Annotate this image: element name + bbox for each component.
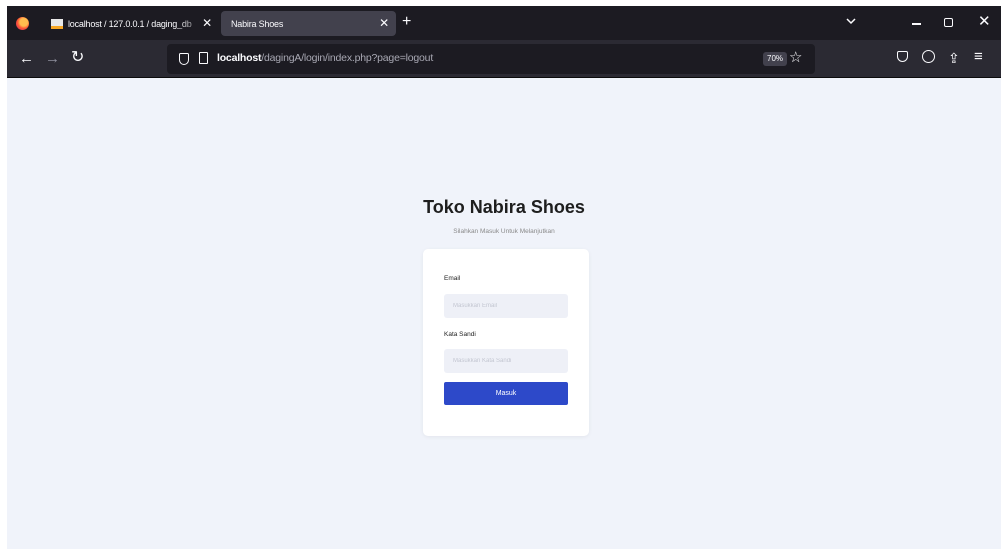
tab-title: Nabira Shoes (231, 18, 284, 29)
maximize-icon[interactable] (944, 18, 953, 27)
login-card: Email Kata Sandi Masuk (423, 249, 589, 436)
page-title: Toko Nabira Shoes (423, 197, 585, 217)
close-tab-icon[interactable]: ✕ (202, 16, 212, 30)
new-tab-button[interactable]: + (402, 14, 411, 30)
url-host: localhost (217, 52, 262, 64)
email-field[interactable] (444, 294, 568, 318)
close-window-icon[interactable]: ✕ (978, 14, 991, 30)
url-path: /dagingA/login/index.php?page=logout (261, 52, 434, 64)
page-icon[interactable] (199, 52, 208, 64)
firefox-logo-icon[interactable] (16, 17, 29, 30)
tab-title: localhost / 127.0.0.1 / daging_db (68, 18, 192, 29)
page-subtitle: Silahkan Masuk Untuk Melanjutkan (453, 228, 555, 235)
browser-window: localhost / 127.0.0.1 / daging_db ✕ Nabi… (7, 6, 1001, 549)
password-label: Kata Sandi (444, 331, 476, 338)
reload-icon[interactable]: ↻ (71, 50, 84, 66)
zoom-level-badge[interactable]: 70% (763, 52, 788, 66)
forward-arrow-icon[interactable]: → (45, 51, 60, 67)
star-icon[interactable]: ☆ (789, 49, 802, 67)
menu-icon[interactable]: ≡ (974, 49, 983, 65)
tab-nabira-shoes[interactable]: Nabira Shoes ✕ (221, 11, 396, 36)
tab-phpmyadmin[interactable]: localhost / 127.0.0.1 / daging_db ✕ (43, 11, 219, 36)
minimize-icon[interactable] (912, 23, 921, 25)
close-tab-icon[interactable]: ✕ (379, 16, 389, 30)
back-arrow-icon[interactable]: ← (19, 51, 34, 67)
address-bar[interactable]: localhost/dagingA/login/index.php?page=l… (167, 44, 815, 74)
extensions-icon[interactable]: ⇪ (948, 50, 960, 66)
page-content: Toko Nabira Shoes Silahkan Masuk Untuk M… (7, 78, 1001, 549)
tab-strip: localhost / 127.0.0.1 / daging_db ✕ Nabi… (7, 6, 1001, 40)
pocket-icon[interactable] (897, 51, 908, 62)
password-field[interactable] (444, 349, 568, 373)
navigation-toolbar: ← → ↻ localhost/dagingA/login/index.php?… (7, 40, 1001, 78)
chevron-down-icon[interactable] (845, 15, 857, 27)
url-text[interactable]: localhost/dagingA/login/index.php?page=l… (217, 52, 433, 64)
phpmyadmin-favicon-icon (51, 18, 63, 29)
shield-icon[interactable] (179, 53, 189, 65)
login-button[interactable]: Masuk (444, 382, 568, 405)
account-icon[interactable] (922, 50, 935, 63)
email-label: Email (444, 275, 461, 282)
